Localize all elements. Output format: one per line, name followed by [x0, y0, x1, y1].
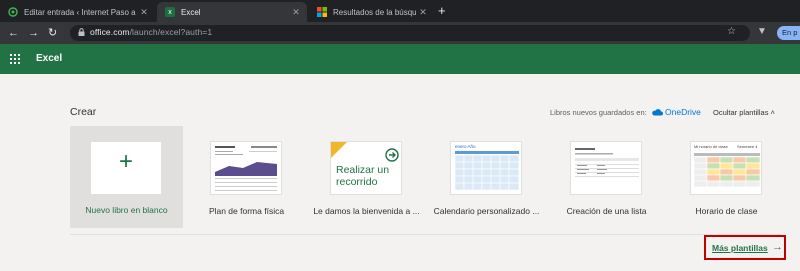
extension-icon[interactable]: ▼ — [757, 26, 767, 37]
app-name[interactable]: Excel — [36, 53, 62, 64]
template-label: Horario de clase — [695, 206, 758, 216]
back-arrow-icon[interactable]: ← — [8, 26, 19, 40]
star-icon[interactable]: ☆ — [727, 26, 736, 37]
template-card-welcome-tour[interactable]: Realizar un recorrido Le damos la bienve… — [310, 126, 423, 228]
onedrive-cloud-icon — [652, 109, 663, 116]
more-templates-link[interactable]: Más plantillas — [712, 243, 768, 253]
close-tab-icon[interactable]: ✕ — [416, 7, 430, 18]
template-card-custom-calendar[interactable]: enero Año Calendario personalizado ... — [430, 126, 543, 228]
blank-workbook-thumbnail: + — [90, 141, 162, 195]
close-tab-icon[interactable]: ✕ — [289, 7, 303, 18]
template-label: Creación de una lista — [566, 206, 647, 216]
template-label: Plan de forma física — [208, 206, 285, 216]
template-card-fitness-plan[interactable]: Plan de forma física — [190, 126, 303, 228]
tab-title: Excel — [181, 7, 201, 17]
address-bar[interactable]: office.com/launch/excel?auth=1 ☆ — [70, 25, 750, 41]
more-templates-highlight: Más plantillas → — [704, 235, 786, 260]
saved-location-label: Libros nuevos guardados en: — [550, 108, 647, 117]
lock-icon — [78, 28, 85, 36]
hide-templates-button[interactable]: Ocultar plantillas ˄ — [713, 108, 775, 117]
template-label: Calendario personalizado ... — [433, 206, 540, 216]
template-card-create-list[interactable]: Creación de una lista — [550, 126, 663, 228]
class-schedule-thumbnail: Mi horario de clase Semestre 4 — [690, 141, 762, 195]
reload-icon[interactable]: ↻ — [48, 26, 57, 40]
excel-icon: x — [165, 7, 175, 17]
template-label: Nuevo libro en blanco — [85, 205, 168, 215]
app-header: Excel — [0, 44, 800, 74]
browser-tab-strip: Editar entrada ‹ Internet Paso a P ✕ x E… — [0, 0, 800, 22]
tab-title: Editar entrada ‹ Internet Paso a P — [24, 7, 137, 17]
forward-arrow-icon[interactable]: → — [28, 26, 39, 40]
fitness-plan-thumbnail — [210, 141, 282, 195]
template-label: Le damos la bienvenida a ... — [313, 206, 420, 216]
microsoft-icon — [317, 7, 327, 17]
url-text: office.com/launch/excel?auth=1 — [90, 27, 212, 37]
tab-wordpress[interactable]: Editar entrada ‹ Internet Paso a P ✕ — [0, 2, 155, 22]
tab-excel[interactable]: x Excel ✕ — [157, 2, 307, 22]
app-launcher-icon[interactable] — [10, 54, 20, 64]
arrow-right-icon[interactable]: → — [772, 241, 783, 253]
wordpress-icon — [8, 7, 18, 17]
calendar-thumbnail: enero Año — [450, 141, 522, 195]
close-tab-icon[interactable]: ✕ — [137, 7, 151, 18]
list-thumbnail — [570, 141, 642, 195]
new-tab-button[interactable]: + — [438, 3, 446, 18]
tab-title: Resultados de la búsqueda - Offi — [333, 7, 416, 17]
url-path: /launch/excel?auth=1 — [129, 27, 213, 37]
create-section-title: Crear — [70, 106, 97, 118]
browser-toolbar: ← → ↻ office.com/launch/excel?auth=1 ☆ — [0, 22, 800, 44]
welcome-tour-text: Realizar un recorrido — [336, 164, 390, 188]
plus-icon: + — [118, 148, 133, 175]
template-card-class-schedule[interactable]: Mi horario de clase Semestre 4 Horario d… — [670, 126, 783, 228]
arrow-circle-icon — [385, 148, 399, 162]
url-host: office.com — [90, 27, 130, 37]
section-divider — [70, 234, 782, 235]
new-blank-workbook-card[interactable]: + Nuevo libro en blanco — [70, 126, 183, 228]
welcome-tour-thumbnail: Realizar un recorrido — [330, 141, 402, 195]
tab-search-results[interactable]: Resultados de la búsqueda - Offi ✕ — [309, 2, 434, 22]
onedrive-link[interactable]: OneDrive — [665, 107, 701, 117]
profile-button[interactable]: En p — [777, 26, 800, 40]
